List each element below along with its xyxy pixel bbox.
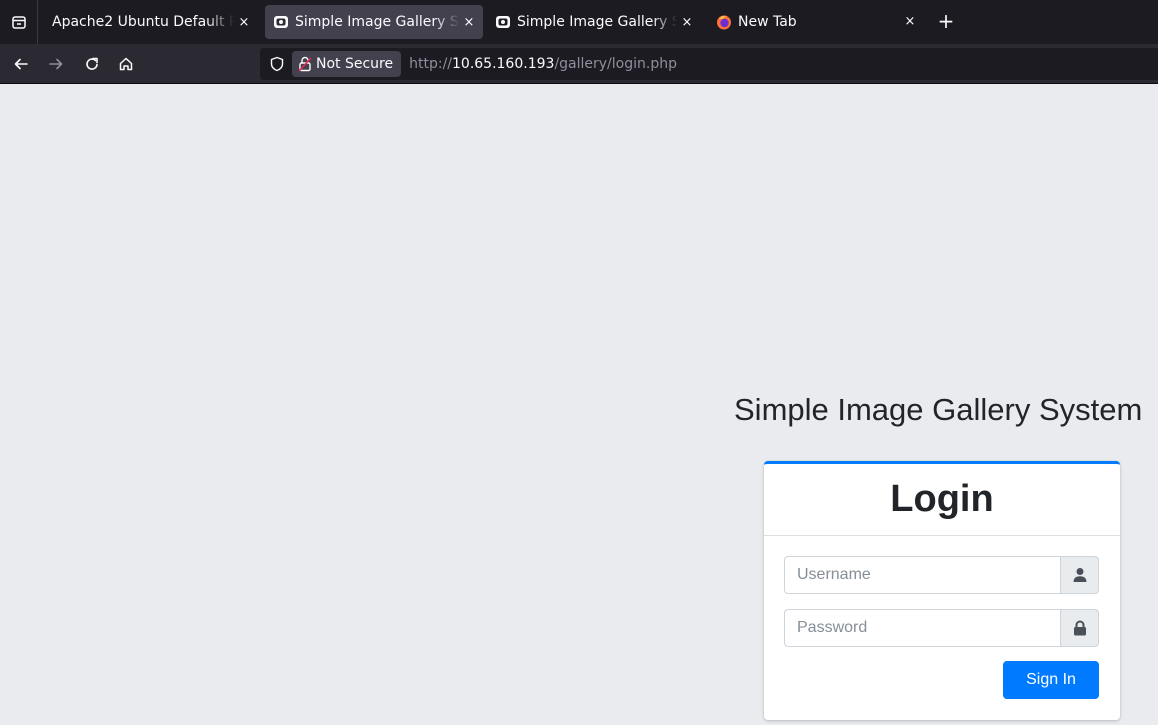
new-tab-button[interactable]: + <box>936 9 956 33</box>
tab-new-tab[interactable]: New Tab <box>708 5 888 39</box>
home-icon <box>119 57 133 71</box>
tab-title: Apache2 Ubuntu Default Page: It works <box>52 14 234 30</box>
security-label: Not Secure <box>316 56 394 72</box>
tab-title: Simple Image Gallery System <box>517 14 677 30</box>
password-addon <box>1060 609 1099 647</box>
username-group <box>784 556 1099 594</box>
home-button[interactable] <box>114 52 138 76</box>
login-card: Login Sign In <box>764 461 1120 720</box>
tab-gallery[interactable]: Simple Image Gallery System × <box>487 5 701 39</box>
tab-apache[interactable]: Apache2 Ubuntu Default Page: It works × <box>42 5 258 39</box>
page-favicon-icon <box>496 16 510 28</box>
site-security-button[interactable]: Not Secure <box>292 51 402 77</box>
password-group <box>784 609 1099 647</box>
username-addon <box>1060 556 1099 594</box>
tab-title: Simple Image Gallery System <box>295 14 459 30</box>
url-path: /gallery/login.php <box>554 56 677 72</box>
firefox-icon <box>717 15 731 30</box>
sign-in-button[interactable]: Sign In <box>1003 661 1099 699</box>
back-button[interactable] <box>9 52 33 76</box>
user-icon <box>1073 568 1086 582</box>
page-content: Simple Image Gallery System Login Userna… <box>0 84 1158 725</box>
tab-close-button[interactable]: × <box>236 14 252 30</box>
tab-list-button[interactable] <box>0 0 38 44</box>
url-scheme: http:// <box>409 56 452 72</box>
tab-list-icon <box>11 16 26 29</box>
login-card-header: Login <box>764 464 1120 536</box>
reload-icon <box>86 57 98 70</box>
forward-button[interactable] <box>44 52 68 76</box>
username-input[interactable] <box>784 556 1060 594</box>
tab-close-button[interactable]: × <box>902 13 918 29</box>
tab-close-button[interactable]: × <box>461 14 477 30</box>
page-favicon-icon <box>274 16 288 28</box>
shield-icon <box>270 56 284 72</box>
tab-strip: Apache2 Ubuntu Default Page: It works × … <box>0 0 1158 44</box>
insecure-lock-icon <box>298 56 312 72</box>
tab-title: New Tab <box>738 14 797 30</box>
forward-arrow-icon <box>49 58 63 70</box>
back-arrow-icon <box>14 58 28 70</box>
url-bar[interactable]: Not Secure http://10.65.160.193/gallery/… <box>260 48 1158 80</box>
url-host: 10.65.160.193 <box>452 56 555 72</box>
tracking-protection-button[interactable] <box>268 55 286 73</box>
app-title: Simple Image Gallery System <box>734 392 1143 427</box>
tab-gallery-active[interactable]: Simple Image Gallery System × <box>265 5 483 39</box>
url-text[interactable]: http://10.65.160.193/gallery/login.php <box>409 56 677 72</box>
password-input[interactable] <box>784 609 1060 647</box>
lock-icon <box>1073 620 1086 636</box>
reload-button[interactable] <box>80 52 104 76</box>
login-heading: Login <box>890 478 994 520</box>
navigation-toolbar: Not Secure http://10.65.160.193/gallery/… <box>0 44 1158 84</box>
tab-close-button[interactable]: × <box>679 14 695 30</box>
